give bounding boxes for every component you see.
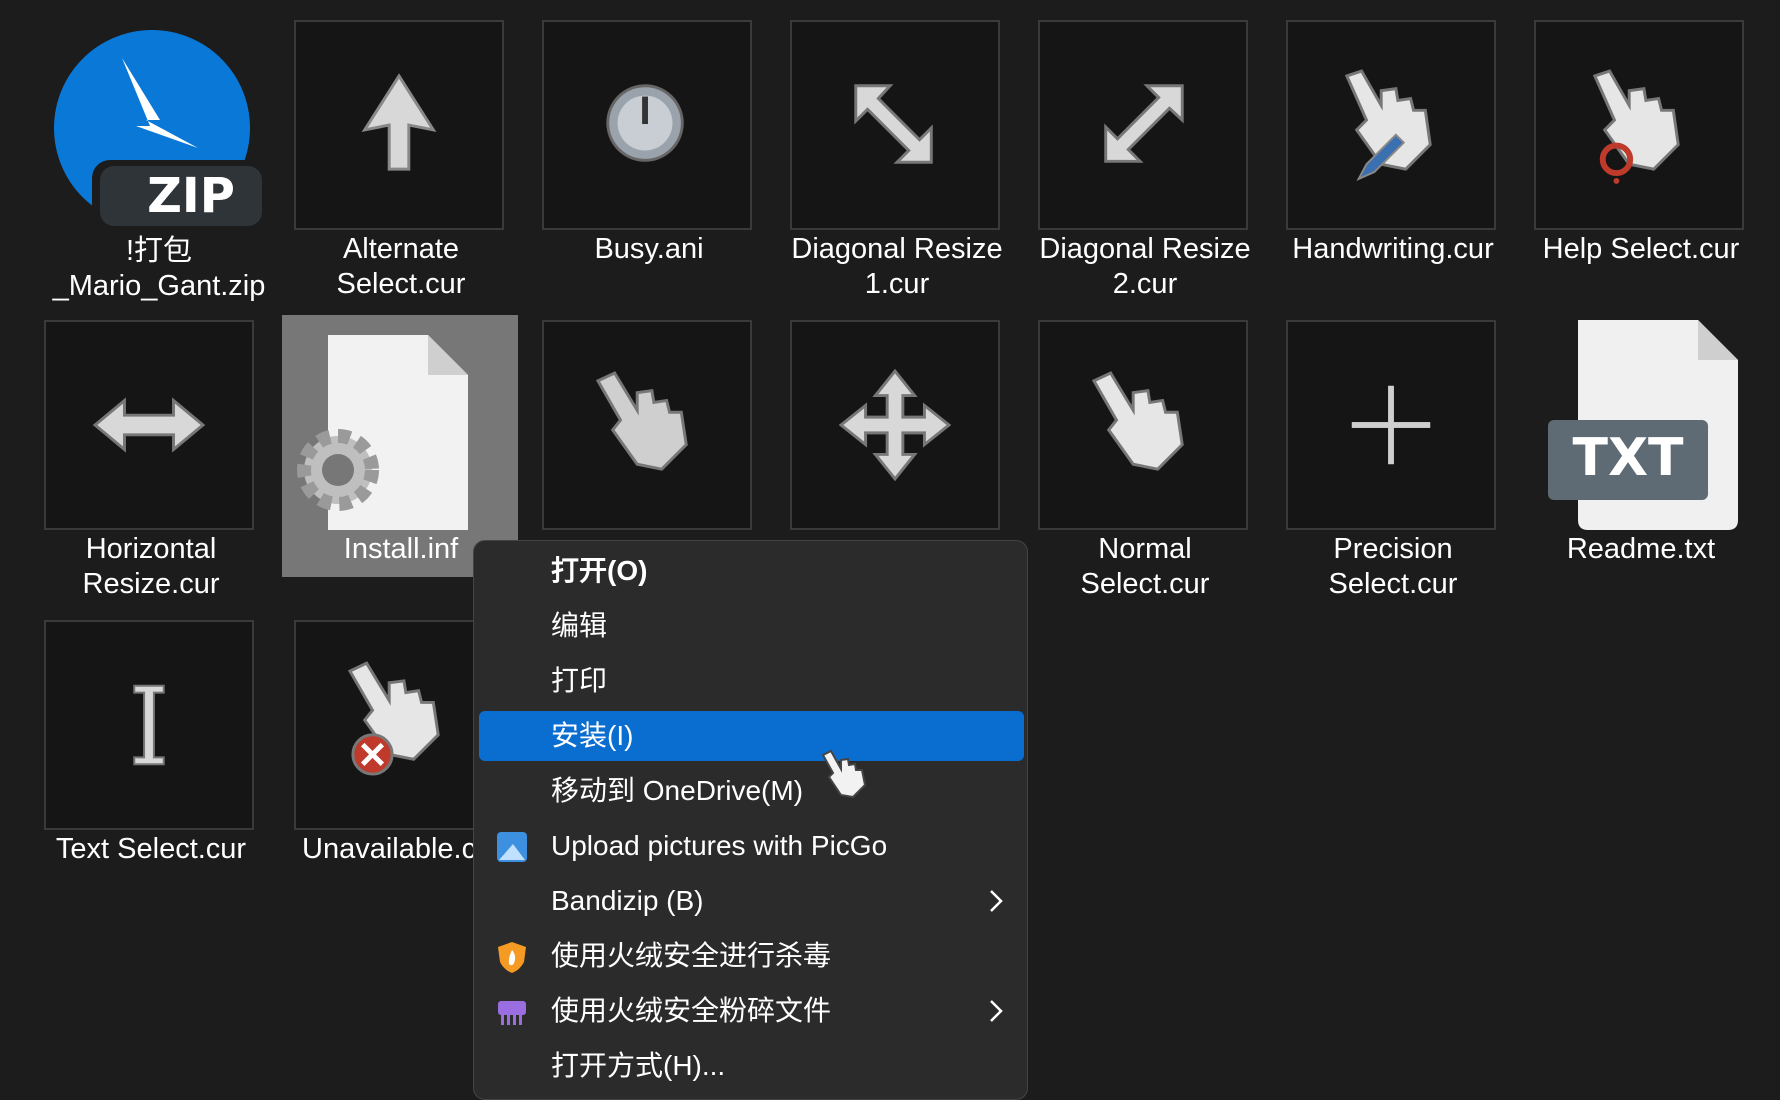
file-busy[interactable]: Busy.ani	[518, 20, 758, 310]
hand-pointer-icon	[821, 749, 867, 799]
precision-select-cursor-icon	[1351, 385, 1431, 465]
file-diagonal-resize-1[interactable]: Diagonal Resize 1.cur	[766, 20, 1006, 310]
shredder-icon	[498, 1001, 526, 1025]
unavailable-cursor-icon	[347, 661, 440, 776]
move-cursor-icon	[838, 368, 952, 482]
file-horizontal-resize[interactable]: Horizontal Resize.cur	[20, 320, 260, 610]
picgo-icon	[497, 832, 527, 862]
menu-item-edit[interactable]: 编辑	[479, 601, 1024, 651]
file-thumbnail	[1534, 20, 1744, 230]
busy-cursor-icon	[606, 84, 684, 162]
file-thumbnail	[44, 320, 254, 530]
file-text-select[interactable]: Text Select.cur	[20, 620, 260, 910]
chevron-right-icon	[990, 890, 1003, 912]
diagonal-resize-2-icon	[1104, 84, 1184, 163]
huorong-shield-icon	[498, 942, 526, 973]
file-thumbnail	[790, 320, 1000, 530]
alternate-select-cursor-icon	[361, 73, 437, 171]
menu-item-bandizip[interactable]: Bandizip (B)	[479, 876, 1024, 926]
txt-badge: TXT	[1572, 428, 1684, 488]
file-thumbnail	[1286, 20, 1496, 230]
menu-item-move-to-onedrive[interactable]: 移动到 OneDrive(M)	[479, 766, 1024, 816]
file-label: !打包 _Mario_Gant.zip	[52, 235, 266, 302]
file-thumbnail	[790, 20, 1000, 230]
file-precision-select[interactable]: Precision Select.cur	[1262, 320, 1502, 610]
menu-item-open[interactable]: 打开(O)	[479, 546, 1024, 596]
menu-item-install[interactable]: 安装(I)	[479, 711, 1024, 761]
menu-item-open-with[interactable]: 打开方式(H)...	[479, 1041, 1024, 1091]
file-zip[interactable]: ZIP !打包 _Mario_Gant.zip	[28, 20, 270, 310]
handwriting-cursor-icon	[1344, 69, 1432, 181]
menu-item-upload-picgo[interactable]: Upload pictures with PicGo	[479, 821, 1024, 871]
diagonal-resize-1-icon	[854, 84, 933, 164]
normal-select-cursor-icon	[1091, 371, 1184, 471]
menu-item-huorong-scan[interactable]: 使用火绒安全进行杀毒	[479, 931, 1024, 981]
zip-badge: ZIP	[147, 168, 235, 224]
help-select-cursor-icon	[1592, 69, 1680, 184]
link-select-cursor-icon	[595, 371, 688, 471]
file-normal-select[interactable]: Normal Select.cur	[1014, 320, 1254, 610]
file-readme[interactable]: TXT Readme.txt	[1510, 320, 1750, 610]
menu-item-print[interactable]: 打印	[479, 656, 1024, 706]
context-menu: 打开(O) 编辑 打印 安装(I) 移动到 OneDrive(M) Upload…	[473, 540, 1028, 1100]
file-handwriting[interactable]: Handwriting.cur	[1262, 20, 1502, 310]
inf-settings-file-icon	[297, 335, 468, 530]
file-thumbnail	[1286, 320, 1496, 530]
file-alternate-select[interactable]: Alternate Select.cur	[270, 20, 510, 310]
file-help-select[interactable]: Help Select.cur	[1510, 20, 1750, 310]
text-select-cursor-icon	[133, 684, 165, 766]
file-thumbnail	[542, 20, 752, 230]
file-diagonal-resize-2[interactable]: Diagonal Resize 2.cur	[1014, 20, 1254, 310]
horizontal-resize-icon	[92, 397, 206, 453]
file-thumbnail	[542, 320, 752, 530]
file-thumbnail	[1038, 20, 1248, 230]
file-thumbnail	[44, 620, 254, 830]
menu-item-huorong-shred[interactable]: 使用火绒安全粉碎文件	[479, 986, 1024, 1036]
file-thumbnail	[1038, 320, 1248, 530]
chevron-right-icon	[990, 1000, 1003, 1022]
file-thumbnail	[294, 20, 504, 230]
